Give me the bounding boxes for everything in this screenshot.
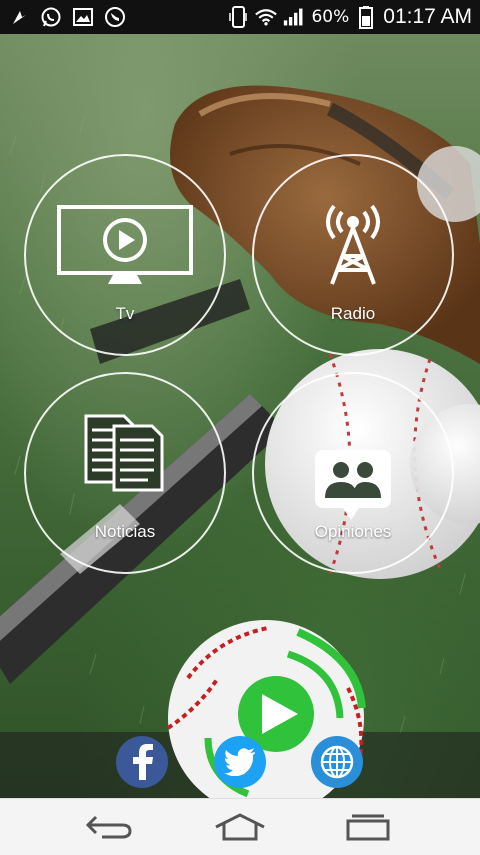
twitter-icon <box>224 748 255 776</box>
signal-icon <box>283 6 305 28</box>
back-button[interactable] <box>80 807 140 847</box>
back-arrow-icon <box>86 815 132 839</box>
home-button[interactable] <box>210 807 270 847</box>
menu-opiniones-button[interactable]: Opiniones <box>252 372 454 574</box>
system-navigation-bar <box>0 798 480 855</box>
recent-apps-icon <box>346 814 390 841</box>
battery-percent: 60% <box>311 7 350 27</box>
menu-radio-button[interactable]: Radio <box>252 154 454 356</box>
menu-opiniones-label: Opiniones <box>314 522 392 541</box>
status-right-icons: 60% 01:17 AM <box>227 5 472 29</box>
facebook-icon <box>133 744 153 780</box>
website-button[interactable] <box>311 736 363 788</box>
radio-tower-icon <box>326 204 380 285</box>
recent-apps-button[interactable] <box>338 807 398 847</box>
globe-icon <box>320 745 354 779</box>
tv-play-icon <box>57 205 193 284</box>
status-time: 01:17 AM <box>383 5 472 28</box>
documents-icon <box>84 414 164 492</box>
facebook-button[interactable] <box>116 736 168 788</box>
call-icon <box>104 6 126 28</box>
phone-vibrate-icon <box>227 6 249 28</box>
group-chat-icon <box>315 450 391 520</box>
menu-tv-button[interactable]: Tv <box>24 154 226 356</box>
gallery-icon <box>72 6 94 28</box>
wifi-icon <box>255 6 278 28</box>
status-left-icons <box>8 6 126 28</box>
whatsapp-icon <box>40 6 62 28</box>
twitter-button[interactable] <box>214 736 266 788</box>
notification-flag-icon <box>8 6 30 28</box>
menu-tv-label: Tv <box>115 304 135 323</box>
menu-noticias-button[interactable]: Noticias <box>24 372 226 574</box>
battery-icon <box>355 6 377 29</box>
status-bar: 60% 01:17 AM <box>0 0 480 34</box>
menu-radio-label: Radio <box>330 304 376 323</box>
home-icon <box>215 813 265 841</box>
menu-noticias-label: Noticias <box>94 522 156 541</box>
